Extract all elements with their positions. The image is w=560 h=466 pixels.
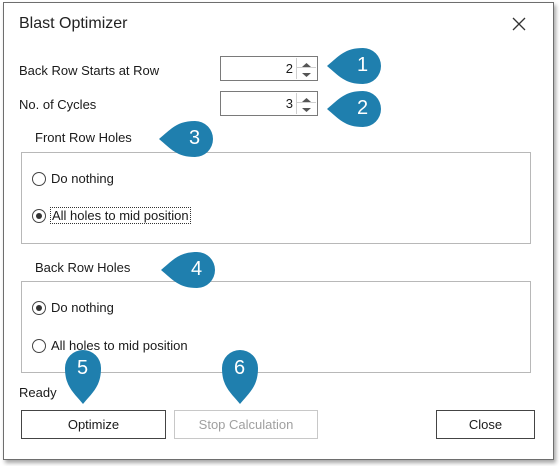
back-row-start-value[interactable]: 2 bbox=[286, 61, 293, 76]
radio-icon[interactable] bbox=[32, 338, 46, 353]
callout-5-icon: 5 bbox=[63, 348, 103, 404]
close-button[interactable]: Close bbox=[436, 410, 535, 439]
increment-icon[interactable] bbox=[297, 58, 316, 68]
cycles-label: No. of Cycles bbox=[19, 97, 97, 112]
back-row-holes-title: Back Row Holes bbox=[30, 260, 136, 275]
close-icon[interactable] bbox=[508, 13, 530, 35]
back-row-start-stepper[interactable]: 2 bbox=[220, 56, 318, 81]
stop-calculation-button[interactable]: Stop Calculation bbox=[174, 410, 318, 439]
front-row-holes-group bbox=[21, 152, 531, 244]
front-row-holes-title: Front Row Holes bbox=[30, 130, 137, 145]
callout-6-icon: 6 bbox=[220, 348, 260, 404]
cycles-value[interactable]: 3 bbox=[286, 96, 293, 111]
radio-label: Do nothing bbox=[51, 300, 114, 315]
decrement-icon[interactable] bbox=[297, 68, 316, 78]
callout-1-icon: 1 bbox=[327, 46, 383, 86]
dialog-title: Blast Optimizer bbox=[19, 15, 128, 32]
front-row-option-mid-position[interactable]: All holes to mid position bbox=[32, 207, 191, 224]
cycles-stepper[interactable]: 3 bbox=[220, 91, 318, 116]
callout-4-icon: 4 bbox=[161, 250, 217, 290]
back-row-option-mid-position[interactable]: All holes to mid position bbox=[32, 338, 188, 353]
back-row-option-do-nothing[interactable]: Do nothing bbox=[32, 300, 114, 315]
callout-2-icon: 2 bbox=[327, 89, 383, 129]
radio-label: Do nothing bbox=[51, 171, 114, 186]
front-row-option-do-nothing[interactable]: Do nothing bbox=[32, 171, 114, 186]
callout-3-icon: 3 bbox=[159, 119, 215, 159]
increment-icon[interactable] bbox=[297, 93, 316, 103]
status-text: Ready bbox=[19, 385, 57, 400]
radio-selected-icon[interactable] bbox=[32, 300, 46, 315]
radio-icon[interactable] bbox=[32, 171, 46, 186]
optimize-button[interactable]: Optimize bbox=[21, 410, 166, 439]
radio-selected-icon[interactable] bbox=[32, 208, 46, 223]
back-row-start-label: Back Row Starts at Row bbox=[19, 63, 160, 78]
radio-label: All holes to mid position bbox=[50, 207, 191, 224]
decrement-icon[interactable] bbox=[297, 103, 316, 113]
